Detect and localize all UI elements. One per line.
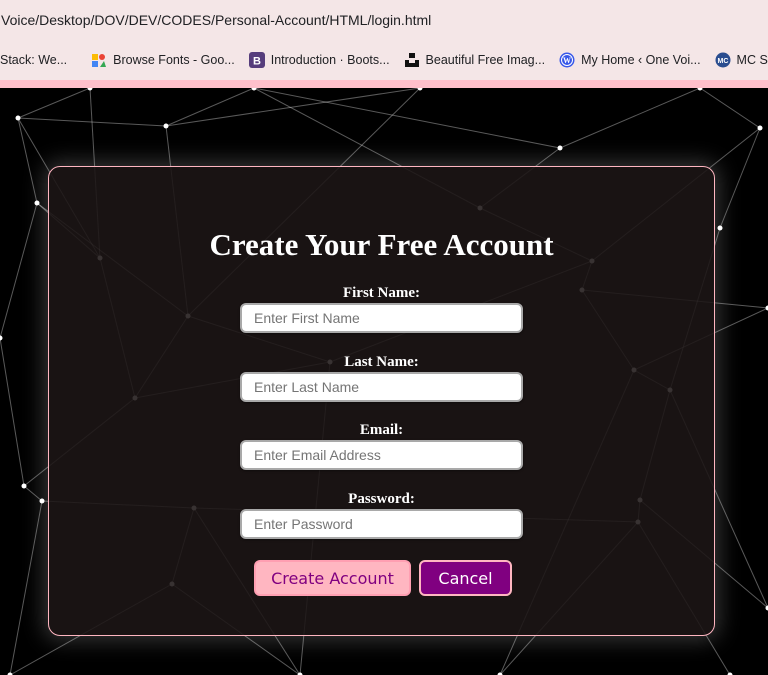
network-line [559,88,701,149]
svg-text:W: W [563,56,571,65]
svg-text:MC: MC [717,58,728,65]
network-node [87,88,93,91]
bookmark-unsplash[interactable]: Beautiful Free Imag... [398,46,554,74]
network-line [0,337,25,487]
network-line [165,88,421,127]
network-line [253,88,561,149]
network-line [0,202,38,339]
network-node [757,125,763,131]
network-node [163,123,169,129]
bootstrap-icon: B [248,52,265,68]
last-name-input[interactable] [240,372,523,402]
signup-card: Create Your Free Account First Name: Las… [48,166,715,636]
bookmarks-bar: Stack: We... Browse Fonts - Goo... B Int… [0,40,768,80]
network-node [15,115,21,121]
bookmark-label: MC Starte [736,53,768,67]
network-line [9,500,43,675]
email-input[interactable] [240,440,523,470]
email-label: Email: [359,422,404,438]
bookmark-label: Beautiful Free Imag... [425,53,546,67]
bookmark-stack[interactable]: Stack: We... [0,46,75,74]
svg-text:B: B [253,56,261,68]
password-label: Password: [348,491,415,507]
bookmark-label: Introduction · Boots... [270,53,390,67]
network-node [557,145,563,151]
network-node [21,483,27,489]
cancel-button[interactable]: Cancel [419,560,512,596]
network-node [251,88,257,91]
network-line [699,88,761,129]
page-top-strip [0,80,768,88]
bookmark-label: Stack: We... [0,53,68,67]
bookmark-browse-fonts[interactable]: Browse Fonts - Goo... [85,46,243,74]
create-account-button[interactable]: Create Account [254,560,411,596]
network-line [23,485,43,502]
unsplash-icon [404,52,420,68]
mc-icon: MC [715,52,731,68]
wordpress-icon: W [559,52,575,68]
bookmark-label: My Home ‹ One Voi... [581,53,701,67]
network-line [165,88,255,127]
last-name-label: Last Name: [344,354,419,370]
network-line [17,88,91,119]
network-node [39,498,45,504]
bookmark-mc-starter[interactable]: MC MC Starte [709,46,768,74]
network-node [0,335,3,341]
password-input[interactable] [240,509,523,539]
network-node [717,225,723,231]
bookmark-bootstrap[interactable]: B Introduction · Boots... [243,46,398,74]
network-line [719,127,761,229]
form-title: Create Your Free Account [209,227,554,262]
network-node [34,200,40,206]
network-line [17,117,38,204]
network-node [697,88,703,91]
first-name-input[interactable] [240,303,523,333]
google-fonts-icon [91,52,107,68]
bookmark-my-home[interactable]: W My Home ‹ One Voi... [553,46,708,74]
url-text: Voice/Desktop/DOV/DEV/CODES/Personal-Acc… [1,12,432,28]
bookmark-label: Browse Fonts - Goo... [113,53,235,67]
first-name-label: First Name: [342,285,421,301]
address-bar[interactable]: Voice/Desktop/DOV/DEV/CODES/Personal-Acc… [0,0,768,40]
